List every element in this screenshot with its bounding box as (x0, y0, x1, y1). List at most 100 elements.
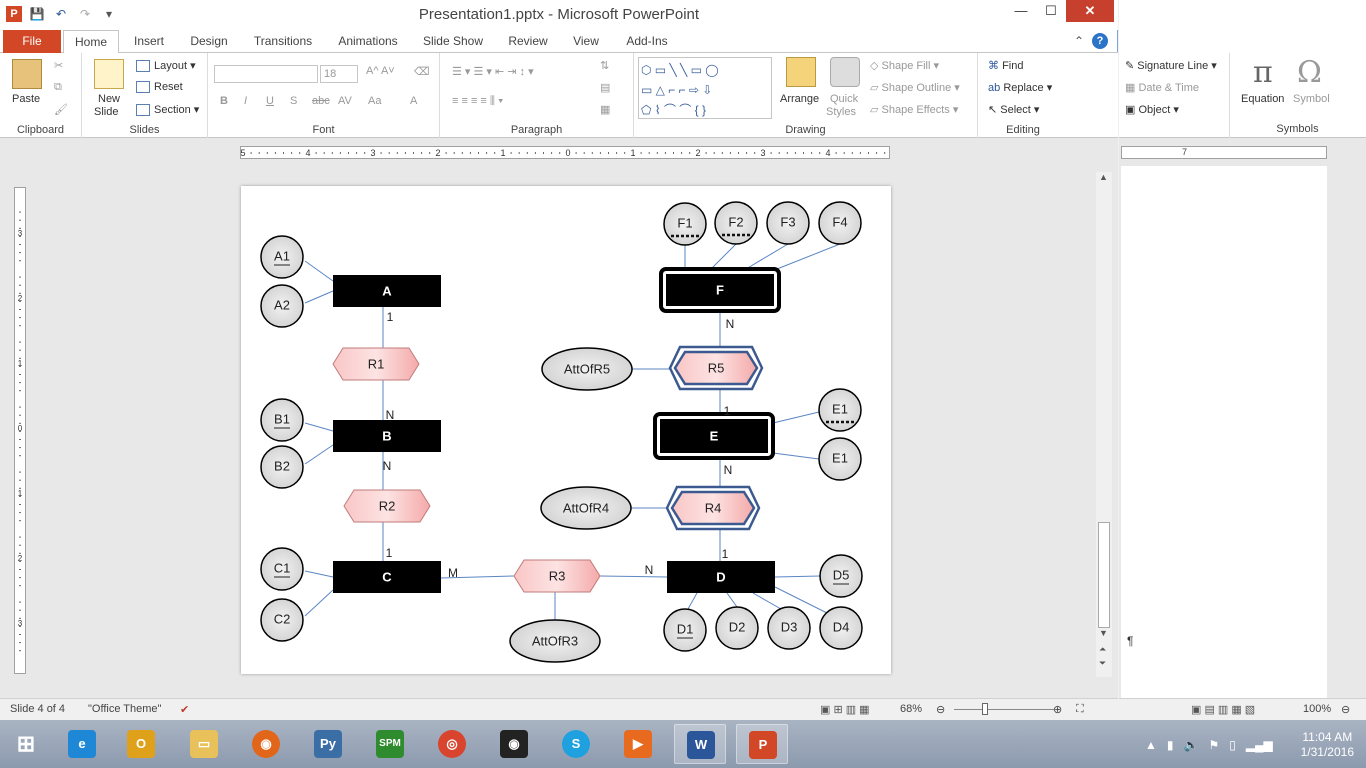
zoom-slider-thumb[interactable] (982, 703, 988, 715)
char-spacing-button[interactable]: AV (338, 95, 352, 107)
taskbar-outlook[interactable]: O (115, 724, 167, 764)
symbol-icon[interactable]: Ω (1297, 55, 1322, 90)
word-page[interactable]: ¶ (1121, 166, 1327, 698)
help-icon[interactable]: ? (1092, 33, 1108, 49)
tab-insert[interactable]: Insert (124, 30, 174, 53)
network-icon[interactable]: ▮ (1167, 738, 1174, 752)
arrange-icon[interactable] (786, 57, 816, 87)
spelling-icon[interactable]: ✔ (180, 703, 189, 716)
fit-slide-icon[interactable]: ⛶ (1076, 703, 1084, 716)
zoom-out-icon[interactable]: ⊖ (936, 703, 945, 716)
date-time-button[interactable]: ▦ Date & Time (1125, 81, 1199, 94)
font-name-combo[interactable] (214, 65, 318, 83)
shape-fill-button[interactable]: ◇ Shape Fill ▾ (870, 59, 939, 72)
copy-icon[interactable]: ⧉ (54, 81, 62, 94)
tab-animations[interactable]: Animations (332, 30, 404, 53)
view-buttons[interactable]: ▣ ⊞ ▥ ▦ (820, 703, 870, 716)
zoom-slider[interactable] (954, 709, 1054, 710)
font-size-combo[interactable]: 18 (320, 65, 358, 83)
quick-styles-button[interactable]: Quick (830, 93, 858, 105)
strikethrough-button[interactable]: abc (312, 95, 330, 107)
new-slide-button-2[interactable]: Slide (94, 106, 118, 118)
vertical-scrollbar[interactable]: ▲ ▼ ⏶ ⏷ (1096, 172, 1112, 677)
equation-button[interactable]: Equation (1241, 93, 1284, 105)
bullets-icon[interactable]: ☰ ▾ ☰ ▾ ⇤ ⇥ ↕ ▾ (452, 65, 534, 78)
layout-button[interactable]: Layout ▾ (136, 59, 196, 73)
taskbar-skype[interactable]: S (550, 724, 602, 764)
cut-icon[interactable]: ✂ (54, 59, 63, 72)
new-slide-button[interactable]: New (98, 93, 120, 105)
find-button[interactable]: ⌘ Find (988, 59, 1023, 72)
taskbar-camera[interactable]: ◉ (488, 724, 540, 764)
slide-canvas[interactable]: A B C D E F R1 R2 R3 R4 R5 A1 A2 B1 B2 C1 C2 D1 D2 D3 D4 D5 E1… (241, 186, 891, 674)
tab-home[interactable]: Home (63, 30, 119, 54)
align-text-icon[interactable]: ▤ (600, 81, 610, 94)
font-color-button[interactable]: A (410, 95, 417, 107)
battery-icon[interactable]: ▯ (1229, 738, 1236, 752)
maximize-button[interactable]: ☐ (1036, 0, 1066, 22)
tab-file[interactable]: File (3, 30, 61, 53)
tab-view[interactable]: View (566, 30, 606, 53)
paste-icon[interactable] (12, 59, 42, 89)
smartart-icon[interactable]: ▦ (600, 103, 610, 116)
underline-button[interactable]: U (266, 95, 274, 107)
text-direction-icon[interactable]: ⇅ (600, 59, 609, 72)
section-button[interactable]: Section ▾ (136, 103, 199, 117)
quick-styles-button-2[interactable]: Styles (826, 106, 856, 118)
start-button[interactable]: ⊞ (0, 724, 52, 764)
quick-styles-icon[interactable] (830, 57, 860, 87)
symbol-button[interactable]: Symbol (1293, 93, 1330, 105)
bold-button[interactable]: B (220, 95, 228, 107)
shapes-gallery[interactable]: ⬡ ▭ ╲ ╲ ▭ ◯ ▭ △ ⌐ ⌐ ⇨ ⇩ ⬠ ⌇ ⌒ ⌒ { } (638, 57, 772, 119)
grow-font-icon[interactable]: A^ A˅ (366, 65, 395, 77)
equation-icon[interactable]: π (1253, 55, 1273, 90)
scroll-up-arrow[interactable]: ▲ (1099, 172, 1108, 182)
zoom-in-icon[interactable]: ⊕ (1053, 703, 1062, 716)
alignment-icons[interactable]: ≡ ≡ ≡ ≡ ⫼ ▾ (452, 95, 503, 108)
theme-name[interactable]: "Office Theme" (88, 703, 161, 715)
taskbar-firefox[interactable]: ◉ (240, 724, 292, 764)
word-view-buttons[interactable]: ▣ ▤ ▥ ▦ ▧ (1191, 703, 1255, 716)
format-painter-icon[interactable]: 🖌 (54, 103, 68, 116)
close-button[interactable]: ✕ (1066, 0, 1114, 22)
shadow-button[interactable]: S (290, 95, 297, 107)
tab-add-ins[interactable]: Add-Ins (618, 30, 676, 53)
scroll-down-arrow[interactable]: ▼ (1099, 628, 1108, 638)
tray-expand-icon[interactable]: ▲ (1145, 738, 1157, 752)
clock[interactable]: 11:04 AM 1/31/2016 (1301, 730, 1354, 760)
flag-icon[interactable]: ⚑ (1208, 738, 1219, 752)
volume-icon[interactable]: 🔈 (1184, 738, 1199, 752)
paste-button[interactable]: Paste (12, 93, 40, 105)
taskbar-python[interactable]: Py (302, 724, 354, 764)
tab-design[interactable]: Design (182, 30, 236, 53)
taskbar-word[interactable]: W (674, 724, 726, 764)
taskbar-spm[interactable]: SPM (364, 724, 416, 764)
tab-review[interactable]: Review (502, 30, 554, 53)
italic-button[interactable]: I (244, 95, 247, 107)
taskbar-ie[interactable]: e (56, 724, 108, 764)
zoom-level[interactable]: 68% (900, 703, 922, 715)
tab-transitions[interactable]: Transitions (248, 30, 318, 53)
change-case-button[interactable]: Aa (368, 95, 381, 107)
taskbar-chrome[interactable]: ◎ (426, 724, 478, 764)
word-zoom-level[interactable]: 100% (1303, 703, 1331, 715)
signal-icon[interactable]: ▂▄▆ (1246, 738, 1273, 752)
taskbar-explorer[interactable]: ▭ (178, 724, 230, 764)
new-slide-icon[interactable] (94, 59, 124, 89)
word-zoom-out-icon[interactable]: ⊖ (1341, 703, 1350, 716)
next-slide-icon[interactable]: ⏷ (1099, 658, 1106, 669)
replace-button[interactable]: ab Replace ▾ (988, 81, 1052, 94)
shape-outline-button[interactable]: ▱ Shape Outline ▾ (870, 81, 960, 94)
arrange-button[interactable]: Arrange (780, 93, 819, 105)
scroll-thumb[interactable] (1098, 522, 1110, 628)
object-button[interactable]: ▣ Object ▾ (1125, 103, 1179, 116)
tab-slide-show[interactable]: Slide Show (418, 30, 488, 53)
clear-formatting-icon[interactable]: ⌫ (414, 65, 430, 78)
shape-effects-button[interactable]: ▱ Shape Effects ▾ (870, 103, 958, 116)
taskbar-media[interactable]: ▶ (612, 724, 664, 764)
signature-line-button[interactable]: ✎ Signature Line ▾ (1125, 59, 1217, 72)
previous-slide-icon[interactable]: ⏶ (1099, 644, 1106, 655)
collapse-ribbon-icon[interactable]: ⌃ (1074, 34, 1084, 48)
taskbar-powerpoint[interactable]: P (736, 724, 788, 764)
minimize-button[interactable]: — (1006, 0, 1036, 22)
